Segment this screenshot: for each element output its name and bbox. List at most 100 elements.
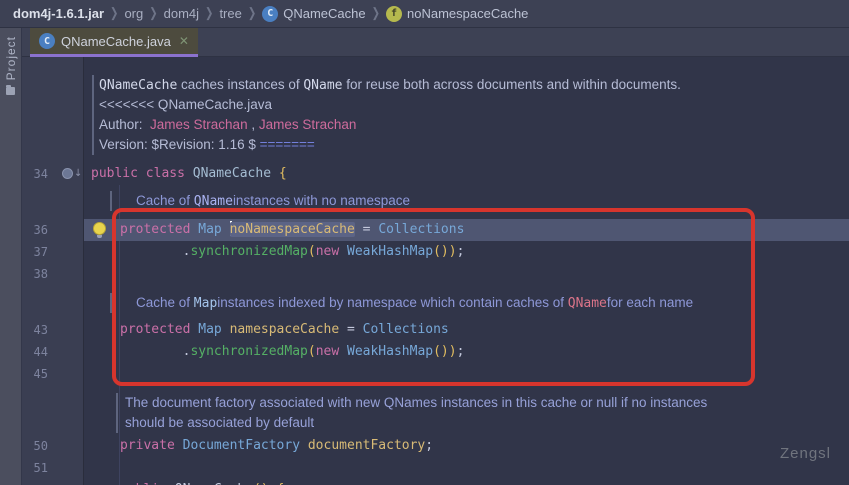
code-line: 38 — [22, 263, 849, 285]
tab-qnamecache-java[interactable]: C QNameCache.java ✕ — [30, 28, 198, 57]
doc-text[interactable]: QNameCache caches instances of QName for… — [84, 75, 849, 95]
breadcrumb-item-org[interactable]: org — [121, 6, 146, 21]
code-token: private — [120, 438, 183, 453]
gutter-cell[interactable]: 50 — [22, 435, 84, 457]
doc-comment-line: Cache of Mapinstances indexed by namespa… — [22, 293, 849, 313]
code-token: for each name — [607, 295, 693, 310]
line-number[interactable]: 43 — [22, 319, 48, 341]
project-stripe-label[interactable]: Project — [4, 36, 18, 80]
code-line: 43 protected Map namespaceCache = Collect… — [22, 319, 849, 341]
doc-text[interactable]: Version: $Revision: 1.16 $ ======= — [84, 135, 849, 155]
doc-comment-line: Cache of QNameinstances with no namespac… — [22, 191, 849, 211]
gutter-cell[interactable]: 36 — [22, 219, 84, 241]
code-editor[interactable]: QNameCache caches instances of QName for… — [22, 57, 849, 485]
breadcrumb-item-dom4j[interactable]: dom4j — [161, 6, 202, 21]
doc-text[interactable]: <<<<<<< QNameCache.java — [84, 95, 849, 115]
breadcrumb-label: dom4j — [164, 6, 199, 21]
code-token: The document factory associated with new… — [125, 395, 707, 410]
gutter-cell[interactable] — [22, 135, 84, 155]
breadcrumb-item-nonamespacecache[interactable]: fnoNamespaceCache — [383, 6, 531, 22]
gutter-cell[interactable]: 37 — [22, 241, 84, 263]
code-token: Cache of — [136, 295, 194, 310]
code-token: Map — [198, 322, 229, 337]
code-text[interactable] — [84, 457, 849, 479]
intention-bulb-icon[interactable] — [93, 222, 106, 235]
code-token: Map — [194, 296, 217, 311]
code-line: 34 ↓public class QNameCache { — [22, 163, 849, 185]
line-number[interactable]: 38 — [22, 263, 48, 285]
breadcrumb-item-qnamecache[interactable]: CQNameCache — [259, 6, 368, 22]
code-token: documentFactory — [308, 438, 425, 453]
code-text[interactable]: protected Map noNamespaceCache = Collect… — [84, 219, 849, 241]
gutter-cell[interactable] — [22, 293, 84, 313]
code-token: . — [120, 344, 190, 359]
line-number[interactable]: 50 — [22, 435, 48, 457]
doc-text[interactable]: should be associated by default — [84, 413, 849, 433]
code-token: new — [316, 244, 347, 259]
gutter-cell[interactable]: 43 — [22, 319, 84, 341]
code-text[interactable] — [84, 263, 849, 285]
doc-text[interactable]: Author: James Strachan , James Strachan — [84, 115, 849, 135]
doc-comment-line: <<<<<<< QNameCache.java — [22, 95, 849, 115]
line-number[interactable]: 37 — [22, 241, 48, 263]
gutter-cell[interactable] — [22, 95, 84, 115]
close-icon[interactable]: ✕ — [179, 34, 189, 48]
gutter-cell[interactable] — [22, 191, 84, 211]
doc-comment-line: Version: $Revision: 1.16 $ ======= — [22, 135, 849, 155]
overridden-marker-icon[interactable]: ↓ — [62, 168, 82, 179]
gutter-cell[interactable] — [22, 115, 84, 135]
code-token: Collections — [363, 322, 449, 337]
code-token: ()) — [433, 244, 456, 259]
code-token: James Strachan — [259, 117, 357, 132]
gutter-cell[interactable]: 52 — [22, 479, 84, 485]
code-token: ; — [457, 344, 465, 359]
code-token: QName — [568, 296, 607, 311]
code-token: instances indexed by namespace which con… — [217, 295, 567, 310]
doc-text[interactable]: The document factory associated with new… — [84, 393, 849, 413]
breadcrumb-label: org — [124, 6, 143, 21]
gutter-cell[interactable]: 38 — [22, 263, 84, 285]
line-number[interactable]: 52 — [22, 479, 48, 485]
gutter-cell[interactable]: 45 — [22, 363, 84, 385]
down-arrow-icon: ↓ — [74, 168, 82, 179]
gutter-cell[interactable] — [22, 393, 84, 413]
line-number[interactable]: 36 — [22, 219, 48, 241]
code-token: synchronizedMap — [190, 244, 307, 259]
code-line: 37 .synchronizedMap(new WeakHashMap()); — [22, 241, 849, 263]
code-text[interactable]: public QNameCache() { — [84, 479, 849, 485]
code-text[interactable] — [84, 363, 849, 385]
gutter-cell[interactable] — [22, 413, 84, 433]
gutter-cell[interactable]: 44 — [22, 341, 84, 363]
breadcrumb-item-dom4j-1-6-1-jar[interactable]: dom4j-1.6.1.jar — [10, 6, 107, 21]
gutter-cell[interactable] — [22, 75, 84, 95]
code-token: Collections — [378, 222, 464, 237]
gutter-cell[interactable]: 51 — [22, 457, 84, 479]
code-token: WeakHashMap — [347, 344, 433, 359]
code-token: public class — [91, 166, 193, 181]
line-number[interactable]: 45 — [22, 363, 48, 385]
code-text[interactable]: public class QNameCache { — [84, 163, 849, 185]
code-token: protected — [120, 222, 198, 237]
code-text[interactable]: .synchronizedMap(new WeakHashMap()); — [84, 341, 849, 363]
line-number[interactable]: 44 — [22, 341, 48, 363]
doc-text[interactable]: Cache of Mapinstances indexed by namespa… — [84, 293, 849, 313]
code-line: 50 private DocumentFactory documentFactor… — [22, 435, 849, 457]
breadcrumb-label: noNamespaceCache — [407, 6, 528, 21]
code-text[interactable]: .synchronizedMap(new WeakHashMap()); — [84, 241, 849, 263]
line-number[interactable]: 51 — [22, 457, 48, 479]
breadcrumb-label: tree — [219, 6, 241, 21]
code-text[interactable]: private DocumentFactory documentFactory; — [84, 435, 849, 457]
gutter-cell[interactable]: 34 ↓ — [22, 163, 84, 185]
code-token: Cache of — [136, 193, 194, 208]
code-token: Author: — [99, 117, 150, 132]
code-line: 51 — [22, 457, 849, 479]
doc-comment-line: The document factory associated with new… — [22, 393, 849, 413]
breadcrumb-item-tree[interactable]: tree — [216, 6, 244, 21]
code-token: ; — [425, 438, 433, 453]
project-tool-stripe[interactable]: Project — [0, 28, 22, 485]
doc-text[interactable]: Cache of QNameinstances with no namespac… — [84, 191, 849, 211]
editor-tab-bar: C QNameCache.java ✕ — [22, 28, 849, 57]
line-number[interactable]: 34 — [22, 163, 48, 185]
doc-comment-line: Author: James Strachan , James Strachan — [22, 115, 849, 135]
code-text[interactable]: protected Map namespaceCache = Collectio… — [84, 319, 849, 341]
